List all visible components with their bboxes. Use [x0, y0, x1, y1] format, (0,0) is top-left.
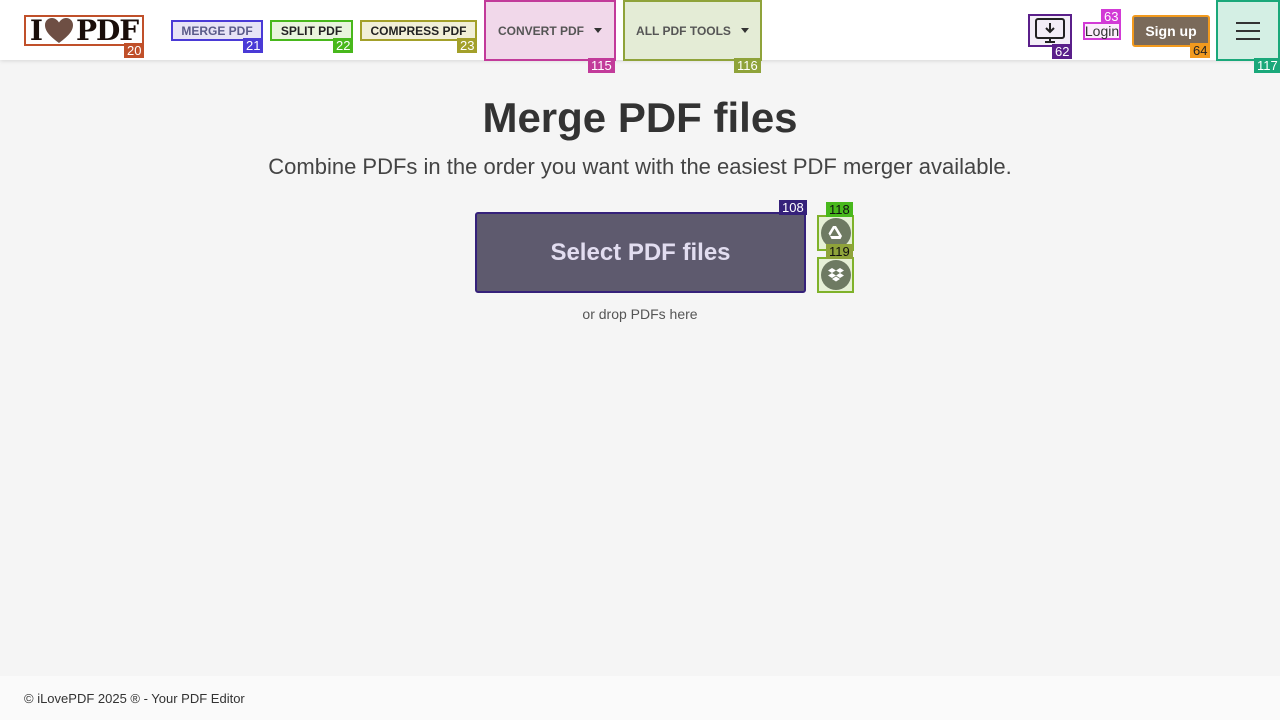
ilovepdf-logo[interactable]: I PDF: [24, 14, 144, 47]
element-badge: 64: [1190, 43, 1211, 58]
select-pdf-files-button[interactable]: Select PDF files: [475, 212, 806, 293]
desktop-app-download-button[interactable]: [1028, 14, 1072, 47]
top-navigation-bar: I PDF 20 MERGE PDF 21 SPLIT PDF 22 COMPR…: [0, 0, 1280, 73]
login-link[interactable]: Login: [1083, 22, 1121, 40]
element-badge: 115: [588, 58, 615, 73]
google-drive-icon: [828, 226, 842, 239]
nav-convert-pdf-dropdown[interactable]: CONVERT PDF: [484, 0, 616, 61]
element-badge: 118: [826, 202, 853, 217]
nav-all-pdf-tools-dropdown[interactable]: ALL PDF TOOLS: [623, 0, 762, 61]
caret-down-icon: [594, 28, 602, 33]
heart-icon: [44, 17, 74, 45]
desktop-download-icon: [1035, 17, 1065, 43]
element-badge: 62: [1052, 44, 1073, 59]
logo-text-i: I: [29, 14, 43, 47]
element-badge: 63: [1101, 9, 1122, 24]
element-badge: 116: [734, 58, 761, 73]
element-badge: 117: [1254, 58, 1280, 73]
hamburger-menu-icon: [1236, 21, 1260, 40]
dropbox-icon: [827, 268, 844, 282]
caret-down-icon: [740, 28, 749, 33]
drop-hint-text: or drop PDFs here: [582, 306, 698, 322]
footer-copyright: © iLovePDF 2025 ® - Your PDF Editor: [24, 690, 245, 706]
hamburger-menu-button[interactable]: [1216, 0, 1280, 61]
element-badge: 119: [826, 244, 853, 259]
element-badge: 20: [124, 43, 145, 58]
nav-convert-label: CONVERT PDF: [497, 23, 584, 38]
dropbox-upload-button[interactable]: [817, 257, 854, 293]
page-title: Merge PDF files: [482, 94, 798, 141]
page-subtitle: Combine PDFs in the order you want with …: [268, 154, 1012, 179]
element-badge: 23: [457, 38, 478, 53]
footer: © iLovePDF 2025 ® - Your PDF Editor: [0, 676, 1280, 720]
element-badge: 108: [779, 200, 807, 215]
element-badge: 21: [243, 38, 264, 53]
element-badge: 22: [333, 38, 354, 53]
nav-all-tools-label: ALL PDF TOOLS: [636, 23, 731, 38]
